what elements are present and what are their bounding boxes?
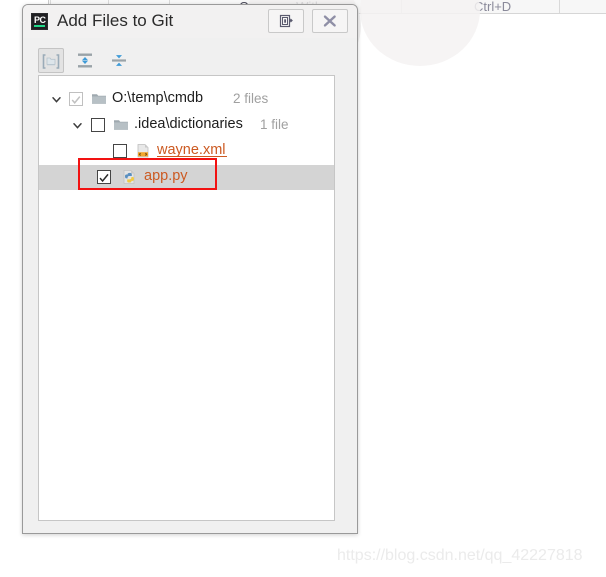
pycharm-icon: PC [31, 13, 48, 30]
row-label-underline [157, 156, 227, 157]
table-row[interactable]: O:\temp\cmdb 2 files [39, 87, 334, 112]
watermark-text: https://blog.csdn.net/qq_42227818 [337, 547, 583, 564]
menu-divider [559, 0, 560, 13]
table-row[interactable]: wayne.xml [39, 139, 334, 164]
row-checkbox[interactable] [91, 118, 105, 132]
collapse-all-icon [106, 52, 132, 69]
row-label: .idea\dictionaries [134, 116, 243, 132]
close-icon [313, 13, 347, 29]
tree-toolbar [38, 48, 334, 74]
row-file-count: 2 files [233, 91, 269, 106]
folder-icon [113, 117, 129, 133]
expand-all-button[interactable] [72, 48, 98, 73]
python-file-icon [121, 169, 137, 185]
context-help-icon [269, 13, 303, 29]
close-button[interactable] [312, 9, 348, 33]
pycharm-icon-text: PC [34, 15, 46, 25]
background-blur-blob [360, 0, 480, 66]
chevron-down-icon[interactable] [71, 119, 84, 132]
chevron-down-icon[interactable] [50, 93, 63, 106]
row-label: app.py [144, 168, 188, 184]
pycharm-icon-accent [34, 25, 45, 27]
dialog-titlebar[interactable]: PC Add Files to Git [23, 5, 357, 38]
table-row[interactable]: app.py [39, 165, 334, 190]
folder-icon [91, 91, 107, 107]
collapse-all-button[interactable] [106, 48, 132, 73]
dialog-title: Add Files to Git [57, 11, 174, 30]
row-file-count: 1 file [260, 117, 289, 132]
folder-group-icon [39, 53, 63, 70]
row-checkbox[interactable] [113, 144, 127, 158]
group-by-directory-button[interactable] [38, 48, 64, 73]
row-label: O:\temp\cmdb [112, 90, 204, 106]
row-checkbox[interactable] [69, 92, 83, 106]
context-help-button[interactable] [268, 9, 304, 33]
table-row[interactable]: .idea\dictionaries 1 file [39, 113, 334, 138]
expand-all-icon [72, 52, 98, 69]
xml-file-icon [135, 143, 151, 159]
row-checkbox[interactable] [97, 170, 111, 184]
add-files-to-git-dialog: PC Add Files to Git O:\temp\cmdb 2 files… [22, 4, 358, 534]
file-tree-panel[interactable]: O:\temp\cmdb 2 files .idea\dictionaries … [38, 75, 335, 521]
